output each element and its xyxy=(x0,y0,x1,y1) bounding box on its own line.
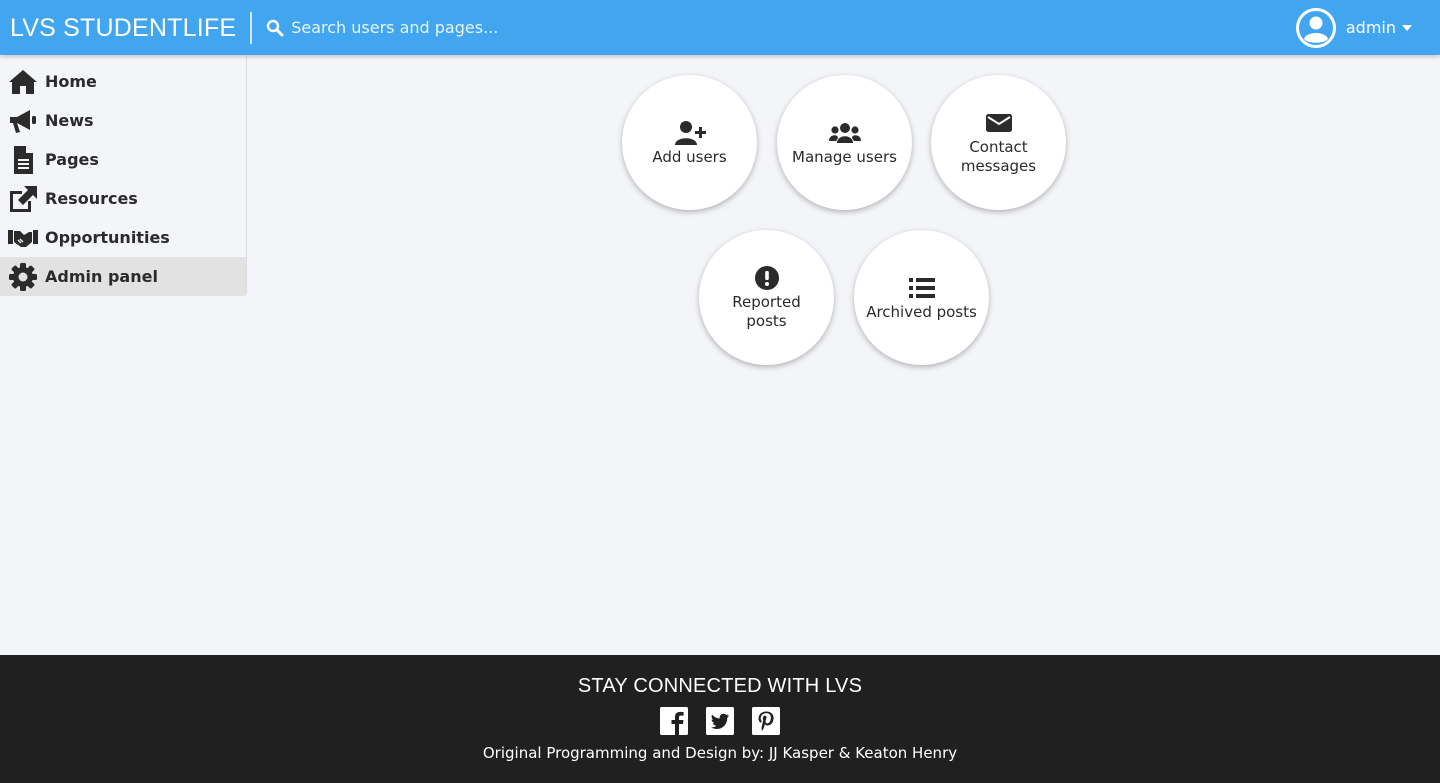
megaphone-icon xyxy=(8,106,38,136)
avatar xyxy=(1295,7,1336,48)
facebook-icon[interactable] xyxy=(660,707,688,735)
archived-posts-button[interactable]: Archived posts xyxy=(854,230,989,365)
brand-logo[interactable]: LVS STUDENTLIFE xyxy=(0,11,253,44)
home-icon xyxy=(8,67,38,97)
sidebar-item-admin-panel[interactable]: Admin panel xyxy=(0,257,246,296)
envelope-icon xyxy=(985,109,1013,137)
external-link-icon xyxy=(8,184,38,214)
footer: STAY CONNECTED WITH LVS Original Program… xyxy=(0,655,1440,783)
twitter-icon[interactable] xyxy=(706,707,734,735)
sidebar: Home News Pages Resources Opportunities … xyxy=(0,55,247,296)
sidebar-item-label: Resources xyxy=(45,189,138,208)
top-navbar: LVS STUDENTLIFE admin xyxy=(0,0,1440,55)
action-label: Manage users xyxy=(792,147,897,166)
contact-messages-button[interactable]: Contact messages xyxy=(931,75,1066,210)
add-users-button[interactable]: Add users xyxy=(622,75,757,210)
search-bar xyxy=(266,8,686,48)
handshake-icon xyxy=(8,223,38,253)
user-menu[interactable]: admin xyxy=(1295,7,1412,48)
exclamation-circle-icon xyxy=(754,264,780,292)
user-name: admin xyxy=(1345,18,1396,37)
action-label: Archived posts xyxy=(866,302,977,321)
user-plus-icon xyxy=(674,119,706,147)
pinterest-icon[interactable] xyxy=(752,707,780,735)
search-icon xyxy=(266,19,284,37)
gear-icon xyxy=(8,262,38,292)
action-label: Add users xyxy=(652,147,727,166)
sidebar-item-label: Admin panel xyxy=(45,267,158,286)
social-links xyxy=(0,707,1440,735)
file-icon xyxy=(8,145,38,175)
reported-posts-button[interactable]: Reported posts xyxy=(699,230,834,365)
sidebar-item-label: Home xyxy=(45,72,97,91)
sidebar-item-label: News xyxy=(45,111,94,130)
sidebar-item-home[interactable]: Home xyxy=(0,62,246,101)
search-input[interactable] xyxy=(291,18,672,37)
sidebar-item-opportunities[interactable]: Opportunities xyxy=(0,218,246,257)
sidebar-item-news[interactable]: News xyxy=(0,101,246,140)
users-icon xyxy=(828,119,861,147)
chevron-down-icon xyxy=(1402,24,1412,31)
action-label: Reported posts xyxy=(732,293,801,330)
list-icon xyxy=(908,274,936,302)
sidebar-item-label: Pages xyxy=(45,150,99,169)
footer-title: STAY CONNECTED WITH LVS xyxy=(577,675,863,697)
sidebar-item-pages[interactable]: Pages xyxy=(0,140,246,179)
footer-credit: Original Programming and Design by: JJ K… xyxy=(482,744,958,762)
sidebar-item-label: Opportunities xyxy=(45,228,170,247)
sidebar-item-resources[interactable]: Resources xyxy=(0,179,246,218)
manage-users-button[interactable]: Manage users xyxy=(777,75,912,210)
action-label: Contact messages xyxy=(960,138,1037,175)
